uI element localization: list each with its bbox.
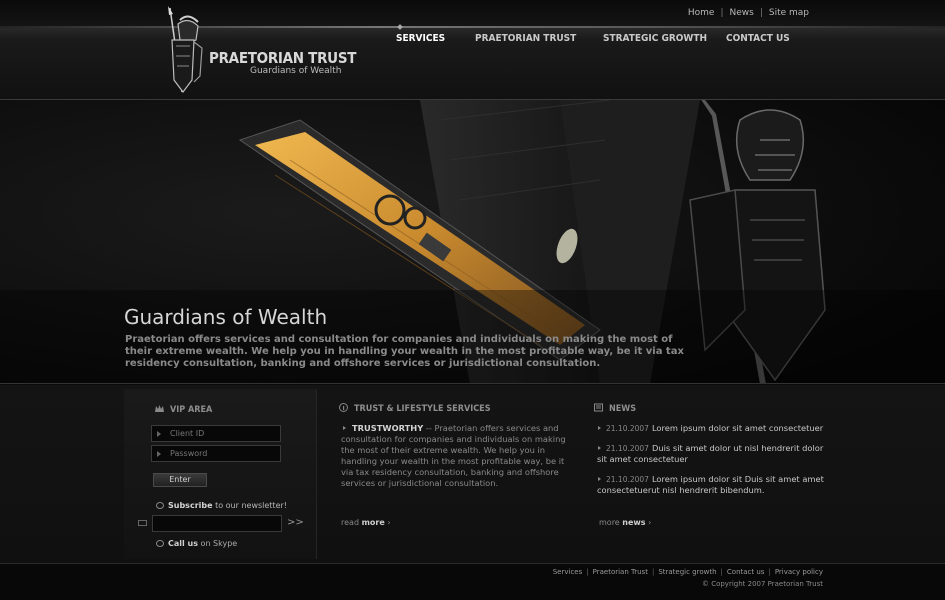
more-news-prefix: more	[599, 518, 623, 527]
crown-icon	[155, 405, 164, 412]
newsletter-icon	[156, 502, 164, 509]
separator: |	[720, 568, 723, 576]
bullet-icon	[598, 477, 601, 481]
subscribe-bold: Subscribe	[168, 501, 213, 510]
news-heading-label: NEWS	[609, 404, 637, 414]
news-item[interactable]: 21.10.2007 Duis sit amet dolor ut nisl he…	[597, 443, 827, 465]
newsletter-email-input[interactable]	[152, 515, 282, 532]
news-date: 21.10.2007	[606, 475, 649, 484]
news-heading: NEWS	[594, 403, 636, 414]
nav-services[interactable]: SERVICES	[396, 33, 445, 44]
news-date: 21.10.2007	[606, 444, 649, 453]
separator: |	[768, 568, 771, 576]
news-item[interactable]: 21.10.2007 Lorem ipsum dolor sit amet con…	[597, 423, 827, 434]
nav-strategic-growth[interactable]: STRATEGIC GROWTH	[603, 33, 707, 44]
separator: |	[586, 568, 589, 576]
info-icon	[339, 403, 348, 412]
password-placeholder: Password	[170, 449, 208, 458]
footer-links: Services | Praetorian Trust | Strategic grow…	[553, 568, 823, 576]
news-item[interactable]: 21.10.2007 Lorem ipsum dolor sit Duis sit…	[597, 474, 827, 496]
hero-banner: Guardians of Wealth Praetorian offers se…	[0, 100, 945, 384]
news-list: 21.10.2007 Lorem ipsum dolor sit amet con…	[597, 423, 827, 505]
footer-link-services[interactable]: Services	[553, 568, 583, 576]
news-text: Lorem ipsum dolor sit amet consectetuer	[651, 423, 824, 433]
separator: |	[759, 8, 763, 18]
trust-heading-label: TRUST & LIFESTYLE SERVICES	[354, 404, 491, 414]
toplink-news[interactable]: News	[729, 8, 753, 18]
separator: |	[720, 8, 724, 18]
trust-description: TRUSTWORTHY -- Praetorian offers service…	[341, 423, 569, 489]
copyright-text: © Copyright 2007 Praetorian Trust	[701, 580, 823, 588]
password-input[interactable]: Password	[151, 445, 281, 462]
vip-heading: VIP AREA	[155, 404, 212, 415]
newsletter-label: Subscribe to our newsletter!	[156, 501, 287, 510]
nav-contact-us[interactable]: CONTACT US	[726, 33, 790, 44]
toplink-sitemap[interactable]: Site map	[769, 8, 809, 18]
site-footer: Services | Praetorian Trust | Strategic grow…	[0, 563, 945, 600]
praetorian-soldier-icon	[168, 6, 203, 93]
more-news-link[interactable]: more news ›	[599, 518, 651, 527]
vip-area-panel: VIP AREA Client ID Password Enter Subscr…	[124, 389, 317, 559]
footer-link-privacy-policy[interactable]: Privacy policy	[775, 568, 823, 576]
hero-description: Praetorian offers services and consultat…	[125, 334, 684, 369]
hero-title: Guardians of Wealth	[124, 305, 328, 329]
read-more-prefix: read	[341, 518, 362, 527]
client-id-input[interactable]: Client ID	[151, 425, 281, 442]
trust-title: TRUSTWORTHY	[352, 423, 424, 433]
site-header: PRAETORIAN TRUST Guardians of Wealth Hom…	[0, 0, 945, 100]
phone-icon	[156, 540, 164, 547]
toplink-home[interactable]: Home	[688, 8, 715, 18]
bullet-icon	[598, 446, 601, 450]
read-more-bold: more	[361, 518, 385, 527]
content-area: VIP AREA Client ID Password Enter Subscr…	[0, 385, 945, 563]
arrow-right-icon: ›	[387, 518, 391, 527]
read-more-link[interactable]: read more ›	[341, 518, 391, 527]
news-date: 21.10.2007	[606, 424, 649, 433]
utility-links: Home | News | Site map	[688, 8, 809, 18]
mail-icon	[138, 520, 147, 526]
vip-heading-label: VIP AREA	[170, 405, 213, 415]
header-divider	[0, 26, 945, 28]
separator: |	[651, 568, 655, 576]
logo[interactable]: PRAETORIAN TRUST Guardians of Wealth	[164, 6, 356, 96]
newsletter-submit-button[interactable]: >>	[287, 517, 304, 528]
logo-name: PRAETORIAN TRUST	[209, 49, 357, 67]
skype-bold: Call us	[168, 539, 198, 548]
skype-call-link[interactable]: Call us on Skype	[156, 539, 237, 548]
field-bullet-icon	[157, 431, 161, 437]
subscribe-rest: to our newsletter!	[212, 501, 287, 510]
footer-link-strategic-growth[interactable]: Strategic growth	[658, 568, 716, 576]
arrow-right-icon: ›	[648, 518, 652, 527]
field-bullet-icon	[157, 451, 161, 457]
client-id-placeholder: Client ID	[170, 429, 205, 438]
more-news-bold: news	[622, 518, 646, 527]
trust-heading: TRUST & LIFESTYLE SERVICES	[339, 403, 491, 414]
footer-link-praetorian-trust[interactable]: Praetorian Trust	[593, 568, 648, 576]
enter-button[interactable]: Enter	[153, 473, 207, 487]
news-icon	[594, 403, 603, 412]
bullet-icon	[343, 426, 346, 430]
bullet-icon	[598, 426, 601, 430]
footer-link-contact-us[interactable]: Contact us	[727, 568, 765, 576]
nav-praetorian-trust[interactable]: PRAETORIAN TRUST	[475, 33, 576, 44]
skype-rest: on Skype	[198, 539, 238, 548]
logo-tagline: Guardians of Wealth	[250, 66, 342, 76]
